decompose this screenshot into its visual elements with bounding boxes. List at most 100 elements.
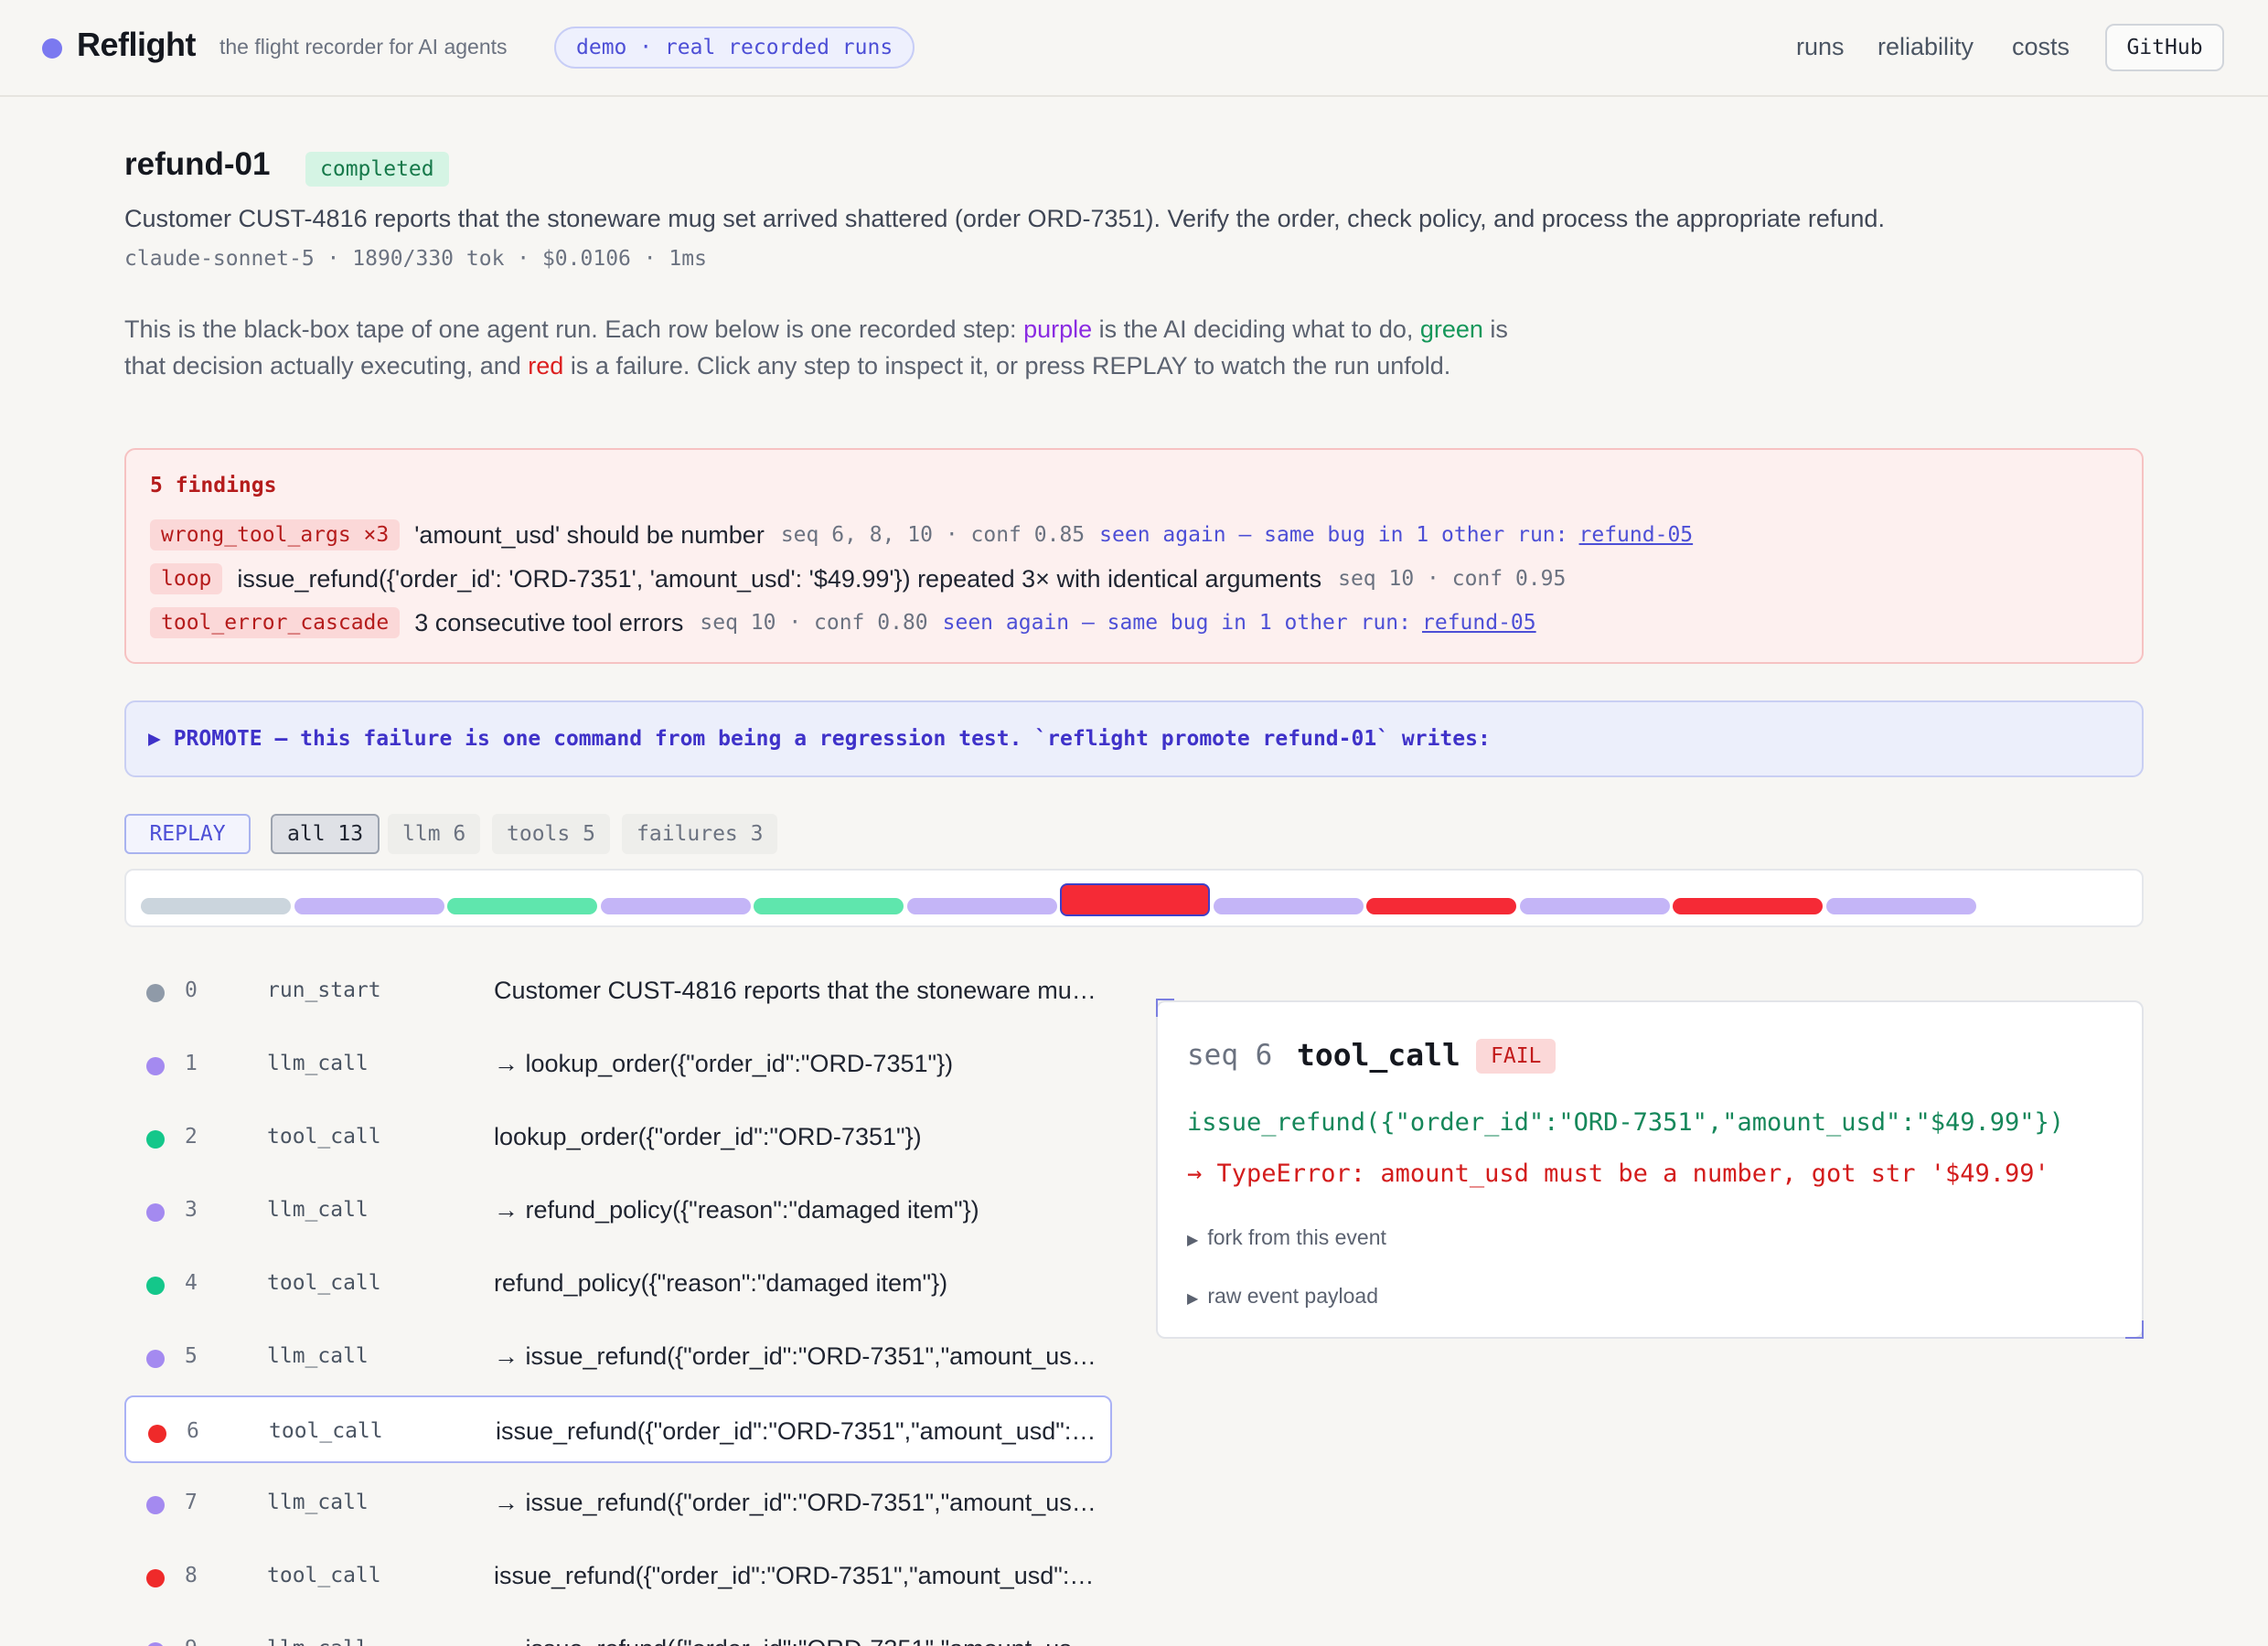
github-button[interactable]: GitHub	[2105, 24, 2224, 71]
detail-status-badge: FAIL	[1476, 1039, 1557, 1074]
finding-meta: seq 6, 8, 10 · conf 0.85	[780, 523, 1086, 547]
finding-link[interactable]: refund-05	[1579, 523, 1694, 547]
finding-meta: seq 10 · conf 0.80	[700, 611, 928, 635]
event-row[interactable]: 2 tool_call lookup_order({"order_id":"ORD-…	[124, 1103, 1112, 1170]
finding-tag: wrong_tool_args ×3	[150, 519, 401, 550]
event-seq: 4	[185, 1271, 198, 1295]
event-kind: run_start	[267, 978, 381, 1002]
event-row[interactable]: 9 llm_call → issue_refund({"order_id":"ORD…	[124, 1615, 1112, 1646]
event-seq: 3	[185, 1198, 198, 1222]
replay-button[interactable]: REPLAY	[124, 814, 251, 854]
filter-llm[interactable]: llm 6	[388, 814, 481, 854]
timeline-segment-start[interactable]	[141, 898, 291, 914]
event-status-dot	[146, 1496, 165, 1514]
event-summary: issue_refund({"order_id":"ORD-7351","amo…	[494, 1562, 1097, 1589]
event-summary: lookup_order({"order_id":"ORD-7351"})	[494, 1123, 922, 1150]
event-status-dot	[146, 1350, 165, 1368]
event-status-dot	[146, 1203, 165, 1222]
raw-payload-expander[interactable]: ▶ raw event payload	[1187, 1284, 1378, 1309]
timeline-segment-llm[interactable]	[1519, 898, 1670, 914]
detail-kind: tool_call	[1297, 1037, 1460, 1073]
finding-link[interactable]: refund-05	[1422, 611, 1536, 635]
filter-tools[interactable]: tools 5	[492, 814, 610, 854]
brand-name[interactable]: Reflight	[77, 26, 196, 64]
event-kind: llm_call	[267, 1052, 369, 1075]
finding-tag: loop	[150, 563, 223, 594]
event-kind: llm_call	[267, 1344, 369, 1368]
finding-row: wrong_tool_args ×3 'amount_usd' should b…	[150, 519, 1693, 550]
timeline-segment-end[interactable]	[1979, 898, 2129, 914]
event-status-dot	[146, 1569, 165, 1587]
legend-red: red	[528, 352, 564, 379]
run-meta: claude-sonnet-5 · 1890/330 tok · $0.0106…	[124, 247, 707, 271]
intro-text: is a failure. Click any step to inspect …	[563, 352, 1451, 379]
status-badge: completed	[305, 152, 449, 187]
finding-message: 3 consecutive tool errors	[414, 608, 684, 636]
timeline-segment-fail[interactable]	[1366, 898, 1516, 914]
run-description: Customer CUST-4816 reports that the ston…	[124, 205, 1885, 232]
promote-expander[interactable]: ▶ PROMOTE — this failure is one command …	[124, 700, 2144, 777]
event-row[interactable]: 8 tool_call issue_refund({"order_id":"ORD-…	[124, 1542, 1112, 1609]
timeline-segment-fail[interactable]	[1060, 883, 1210, 916]
event-seq: 9	[185, 1637, 198, 1646]
timeline-segment-llm[interactable]	[1213, 898, 1364, 914]
event-row[interactable]: 5 llm_call → issue_refund({"order_id":"ORD…	[124, 1322, 1112, 1390]
intro-text: This is the black-box tape of one agent …	[124, 315, 1024, 343]
event-row[interactable]: 1 llm_call → lookup_order({"order_id":"ORD…	[124, 1030, 1112, 1097]
nav-costs[interactable]: costs	[2012, 33, 2070, 61]
timeline-segment-llm[interactable]	[1825, 898, 1976, 914]
event-status-dot	[146, 1642, 165, 1646]
event-summary: Customer CUST-4816 reports that the ston…	[494, 977, 1097, 1004]
timeline-segment-fail[interactable]	[1673, 898, 1823, 914]
selection-corner-marker	[1156, 999, 1174, 1017]
event-detail-panel: seq 6 tool_call FAIL issue_refund({"orde…	[1156, 1000, 2144, 1339]
event-timeline	[124, 869, 2144, 927]
findings-title: 5 findings	[150, 474, 277, 497]
event-kind: tool_call	[267, 1271, 381, 1295]
legend-purple: purple	[1023, 315, 1093, 343]
event-kind: llm_call	[267, 1637, 369, 1646]
selection-corner-marker	[2125, 1320, 2144, 1339]
event-row[interactable]: 4 tool_call refund_policy({"reason":"damag…	[124, 1249, 1112, 1317]
event-row[interactable]: 3 llm_call → refund_policy({"reason":"dama…	[124, 1176, 1112, 1244]
event-row[interactable]: 7 llm_call → issue_refund({"order_id":"ORD…	[124, 1469, 1112, 1536]
event-seq: 1	[185, 1052, 198, 1075]
event-seq: 8	[185, 1564, 198, 1587]
fork-expander-label: fork from this event	[1207, 1225, 1386, 1249]
timeline-segment-tool[interactable]	[754, 898, 904, 914]
event-summary: → issue_refund({"order_id":"ORD-7351","a…	[494, 1489, 1097, 1516]
event-seq: 2	[185, 1125, 198, 1149]
finding-seen-again: seen again — same bug in 1 other run:	[942, 611, 1411, 635]
intro-text: is the AI deciding what to do,	[1092, 315, 1420, 343]
event-row[interactable]: 0 run_start Customer CUST-4816 reports tha…	[124, 957, 1112, 1024]
nav-reliability[interactable]: reliability	[1878, 33, 1974, 61]
event-summary: → issue_refund({"order_id":"ORD-7351","a…	[494, 1635, 1097, 1646]
detail-call: issue_refund({"order_id":"ORD-7351","amo…	[1187, 1108, 2065, 1137]
event-status-dot	[146, 1277, 165, 1295]
brand-tagline: the flight recorder for AI agents	[219, 35, 508, 59]
finding-row: tool_error_cascade 3 consecutive tool er…	[150, 607, 1536, 638]
fork-expander[interactable]: ▶ fork from this event	[1187, 1225, 1386, 1250]
event-row[interactable]: 6 tool_call issue_refund({"order_id":"ORD-…	[124, 1395, 1112, 1463]
timeline-segment-tool[interactable]	[447, 898, 597, 914]
event-kind: tool_call	[267, 1564, 381, 1587]
event-summary: → lookup_order({"order_id":"ORD-7351"})	[494, 1050, 954, 1077]
finding-tag: tool_error_cascade	[150, 607, 401, 638]
timeline-segment-llm[interactable]	[294, 898, 444, 914]
event-status-dot	[146, 1130, 165, 1149]
filter-all[interactable]: all 13	[271, 814, 380, 854]
timeline-segment-llm[interactable]	[906, 898, 1057, 914]
finding-row: loop issue_refund({'order_id': 'ORD-7351…	[150, 563, 1580, 594]
detail-error: → TypeError: amount_usd must be a number…	[1187, 1160, 2049, 1188]
legend-green: green	[1419, 315, 1483, 343]
finding-message: issue_refund({'order_id': 'ORD-7351', 'a…	[237, 564, 1322, 593]
timeline-segment-llm[interactable]	[600, 898, 751, 914]
event-kind: llm_call	[267, 1198, 369, 1222]
findings-panel: 5 findings wrong_tool_args ×3 'amount_us…	[124, 448, 2144, 664]
event-seq: 0	[185, 978, 198, 1002]
filter-failures[interactable]: failures 3	[622, 814, 778, 854]
triangle-right-icon: ▶	[1187, 1291, 1199, 1307]
nav-runs[interactable]: runs	[1796, 33, 1845, 61]
raw-payload-label: raw event payload	[1207, 1284, 1378, 1308]
finding-message: 'amount_usd' should be number	[414, 520, 765, 549]
